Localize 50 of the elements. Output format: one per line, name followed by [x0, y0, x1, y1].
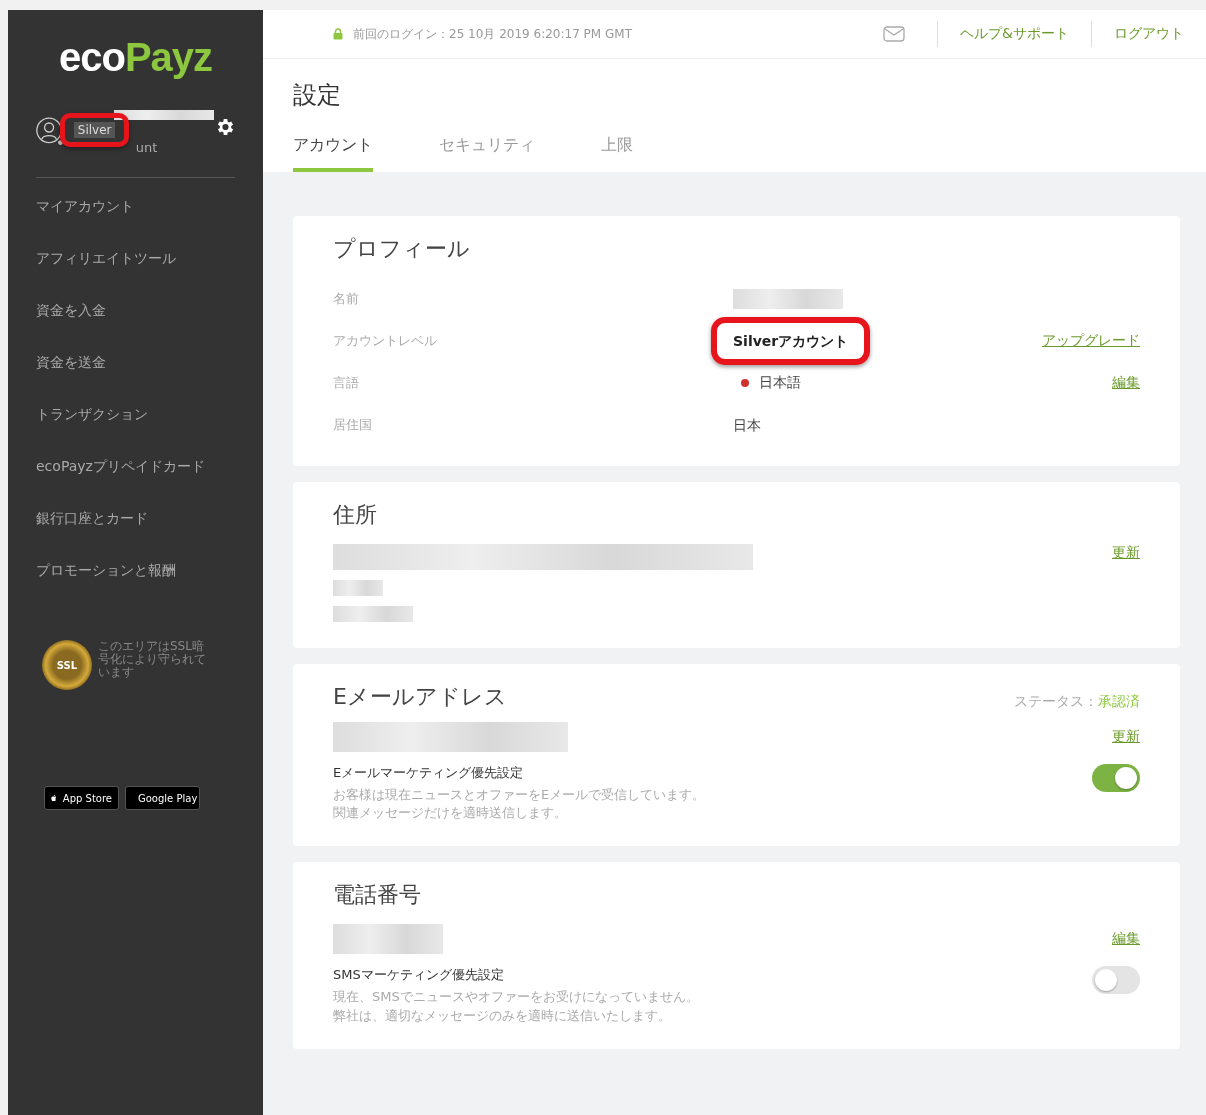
action-link[interactable]: 更新: [1112, 728, 1140, 746]
nav-item[interactable]: 資金を送金: [36, 350, 235, 402]
field-label: 居住国: [333, 416, 373, 434]
field-label: 言語: [333, 374, 360, 392]
mail-icon[interactable]: [883, 26, 906, 42]
nav-item[interactable]: ecoPayzプリペイドカード: [36, 454, 235, 506]
field-value: 日本語: [759, 374, 801, 392]
field-value: 日本: [733, 417, 761, 433]
toggle-switch[interactable]: [1092, 764, 1140, 792]
lock-icon: [333, 28, 343, 40]
field-label: 名前: [333, 290, 360, 308]
nav-item[interactable]: トランザクション: [36, 402, 235, 454]
header-link[interactable]: ログアウト: [1114, 25, 1184, 43]
ssl-seal-icon: SSL: [42, 640, 92, 690]
logo[interactable]: ecoPayz: [58, 34, 213, 80]
account-level-label: Silver: [73, 122, 116, 138]
dot-icon: [741, 379, 749, 387]
card-title: 電話番号: [333, 881, 422, 910]
preference-description: 現在、SMSでニュースやオファーをお受けになっていません。 弊社は、適切なメッセージのみを適時に送信いたします。: [333, 988, 699, 1025]
redacted-address: [333, 580, 383, 596]
preference-title: Eメールマーケティング優先設定: [333, 764, 525, 782]
nav-item[interactable]: 資金を入金: [36, 298, 235, 350]
field-value: Silverアカウント: [733, 333, 849, 349]
store-badge[interactable]: App Store: [44, 786, 119, 810]
status-label: ステータス：: [1014, 693, 1098, 709]
field-label: アカウントレベル: [333, 332, 438, 350]
preference-description: お客様は現在ニュースとオファーをEメールで受信しています。 関連メッセージだけを適時送信します。: [333, 786, 706, 823]
account-type-label: unt: [134, 140, 159, 155]
nav-item[interactable]: マイアカウント: [36, 194, 235, 246]
tab[interactable]: セキュリティ: [439, 135, 535, 172]
status-value: 承認済: [1098, 693, 1140, 709]
tab[interactable]: アカウント: [293, 135, 373, 172]
page-title: 設定: [293, 80, 342, 111]
tab[interactable]: 上限: [601, 135, 633, 172]
action-link[interactable]: 編集: [1112, 374, 1140, 392]
nav-item[interactable]: 銀行口座とカード: [36, 506, 235, 558]
store-badge[interactable]: Google Play: [125, 786, 200, 810]
action-link[interactable]: 更新: [1112, 544, 1140, 562]
card-title: Eメールアドレス: [333, 683, 507, 711]
nav-item[interactable]: プロモーションと報酬: [36, 558, 235, 610]
nav-item[interactable]: アフィリエイトツール: [36, 246, 235, 298]
action-link[interactable]: アップグレード: [1042, 332, 1140, 350]
ssl-note: このエリアはSSL暗号化により守られています: [98, 640, 206, 680]
header-link[interactable]: ヘルプ&サポート: [960, 25, 1069, 43]
card-title: プロフィール: [333, 235, 471, 263]
preference-title: SMSマーケティング優先設定: [333, 966, 505, 985]
action-link[interactable]: 編集: [1112, 930, 1140, 949]
last-login-text: 前回のログイン：25 10月 2019 6:20:17 PM GMT: [353, 25, 632, 43]
card-title: 住所: [333, 501, 378, 529]
toggle-switch[interactable]: [1092, 966, 1140, 995]
